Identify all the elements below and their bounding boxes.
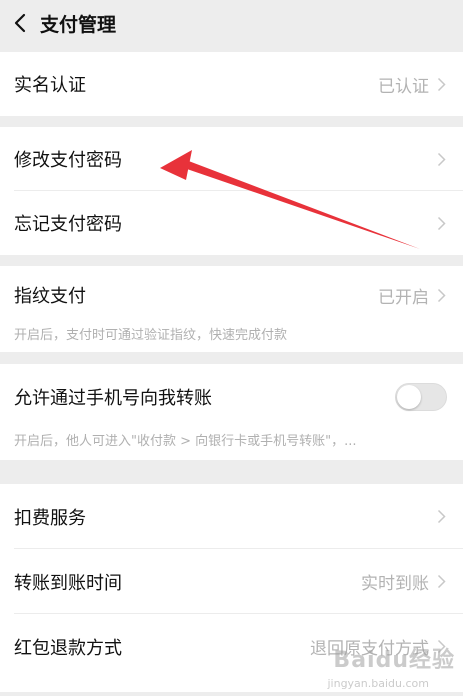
realname-label: 实名认证 bbox=[14, 75, 86, 96]
fingerprint-label: 指纹支付 bbox=[14, 286, 86, 307]
phone-transfer-card: 允许通过手机号向我转账 开启后，他人可进入"收付款 > 向银行卡或手机号转账"，… bbox=[0, 364, 463, 460]
chevron-right-icon bbox=[437, 76, 447, 92]
transfer-time-value: 实时到账 bbox=[361, 574, 429, 594]
toggle-knob bbox=[397, 385, 421, 409]
forget-password-label: 忘记支付密码 bbox=[14, 214, 122, 235]
phone-transfer-toggle[interactable] bbox=[395, 383, 447, 411]
phone-transfer-label: 允许通过手机号向我转账 bbox=[14, 388, 212, 409]
realname-row[interactable]: 实名认证 已认证 bbox=[0, 52, 463, 116]
change-password-row[interactable]: 修改支付密码 bbox=[0, 127, 463, 191]
phone-transfer-description: 开启后，他人可进入"收付款 > 向银行卡或手机号转账"，... bbox=[14, 434, 357, 449]
chevron-right-icon bbox=[437, 509, 447, 525]
watermark-url: jingyan.baidu.com bbox=[327, 677, 429, 690]
realname-status: 已认证 bbox=[378, 76, 429, 97]
chevron-right-icon bbox=[437, 215, 447, 231]
fingerprint-card: 指纹支付 已开启 开启后，支付时可通过验证指纹，快速完成付款 bbox=[0, 266, 463, 352]
transfer-time-label: 转账到账时间 bbox=[14, 572, 122, 594]
header: 支付管理 bbox=[0, 0, 463, 46]
redpacket-refund-label: 红包退款方式 bbox=[14, 637, 122, 659]
fingerprint-row[interactable]: 指纹支付 已开启 bbox=[0, 266, 463, 324]
deduct-service-label: 扣费服务 bbox=[14, 507, 86, 529]
back-button[interactable] bbox=[0, 0, 40, 46]
page-title: 支付管理 bbox=[40, 13, 117, 36]
chevron-left-icon bbox=[14, 13, 26, 33]
chevron-right-icon bbox=[437, 574, 447, 590]
fingerprint-status: 已开启 bbox=[378, 287, 429, 308]
deduct-service-row[interactable]: 扣费服务 bbox=[0, 484, 463, 549]
phone-transfer-row: 允许通过手机号向我转账 bbox=[0, 364, 463, 430]
password-card: 修改支付密码 忘记支付密码 bbox=[0, 127, 463, 255]
forget-password-row[interactable]: 忘记支付密码 bbox=[0, 191, 463, 255]
chevron-right-icon bbox=[437, 287, 447, 303]
change-password-label: 修改支付密码 bbox=[14, 150, 122, 171]
realname-card: 实名认证 已认证 bbox=[0, 52, 463, 116]
transfer-time-row[interactable]: 转账到账时间 实时到账 bbox=[0, 549, 463, 614]
watermark-logo: Baidu经验 bbox=[333, 648, 455, 673]
fingerprint-description: 开启后，支付时可通过验证指纹，快速完成付款 bbox=[14, 328, 288, 343]
chevron-right-icon bbox=[437, 151, 447, 167]
